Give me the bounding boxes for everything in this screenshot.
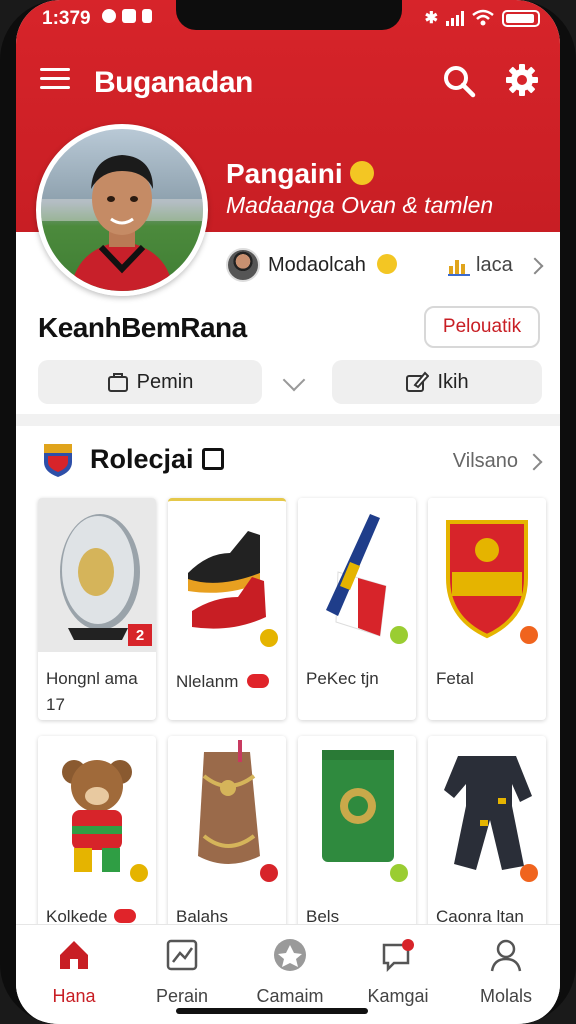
- tag-pill-icon: [247, 674, 270, 688]
- action-label: Pemin: [136, 370, 194, 393]
- nav-item-home[interactable]: Hana: [24, 937, 124, 1007]
- collection-header: Rolecjai Vilsano: [16, 438, 560, 482]
- collection-item[interactable]: Fetal: [428, 498, 546, 720]
- item-image: [168, 501, 286, 655]
- badge-icon: [201, 448, 224, 470]
- item-image: [428, 736, 546, 890]
- tag-pill-icon: [114, 909, 137, 923]
- stats-link[interactable]: laca: [448, 254, 544, 277]
- avatar-photo: [41, 155, 203, 291]
- home-indicator[interactable]: [176, 1008, 368, 1014]
- battery-icon: [502, 9, 540, 27]
- profile-name: Pangaini: [226, 158, 375, 190]
- nav-label: Molals: [479, 986, 532, 1006]
- app-title: Buganadan: [94, 66, 253, 99]
- nav-item-messages[interactable]: Kamgai: [348, 937, 448, 1007]
- follower-avatar[interactable]: [226, 248, 260, 282]
- notification-icon: [142, 9, 152, 23]
- nav-label: Perain: [155, 986, 209, 1006]
- action-button-primary[interactable]: Pemin: [38, 360, 262, 404]
- item-image: [298, 736, 416, 890]
- nav-item-community[interactable]: Camaim: [240, 937, 340, 1007]
- profile-subtitle: Madaanga Ovan & tamlen: [226, 192, 494, 218]
- chart-icon: [166, 939, 198, 971]
- collection-item[interactable]: 2 Hongnl ama 17: [38, 498, 156, 720]
- home-icon: [60, 941, 88, 969]
- nav-label: Camaim: [256, 986, 324, 1006]
- rarity-dot: [520, 626, 538, 644]
- rarity-dot: [260, 864, 278, 882]
- search-icon[interactable]: [442, 64, 476, 98]
- nav-item-profile[interactable]: Molals: [456, 937, 556, 1007]
- status-bar: 1:379 ✱: [16, 6, 560, 34]
- item-count-badge: 2: [128, 624, 152, 646]
- chevron-down-icon[interactable]: [282, 368, 306, 392]
- rarity-dot: [520, 864, 538, 882]
- edit-icon: [406, 371, 430, 392]
- chevron-right-icon: [525, 453, 543, 470]
- gear-icon[interactable]: [504, 62, 540, 98]
- rarity-dot: [390, 626, 408, 644]
- nav-label: Kamgai: [367, 986, 429, 1006]
- stats-label: laca: [476, 254, 513, 276]
- club-crest-icon: [44, 444, 72, 477]
- item-image: [168, 736, 286, 890]
- emoji-icon: [377, 254, 398, 274]
- top-app-bar: Buganadan: [16, 58, 560, 106]
- bluetooth-icon: ✱: [424, 10, 438, 27]
- wifi-icon: [472, 9, 494, 26]
- signal-icon: [446, 10, 464, 26]
- section-divider: [16, 414, 560, 426]
- nav-label: Hana: [52, 986, 96, 1006]
- follow-button[interactable]: Pelouatik: [424, 306, 540, 348]
- system-icons: ✱: [425, 8, 540, 28]
- status-time: 1:379: [42, 8, 91, 29]
- collection-title: Rolecjai: [90, 444, 224, 475]
- notification-icons: [102, 9, 152, 23]
- community-icon: [274, 939, 306, 971]
- item-label: Hongnl ama 17: [46, 669, 138, 714]
- bag-icon: [107, 373, 128, 392]
- notification-icon: [102, 9, 116, 23]
- chat-icon: [382, 939, 414, 973]
- nav-item-stats[interactable]: Perain: [132, 937, 232, 1007]
- menu-icon[interactable]: [40, 68, 70, 92]
- profile-icon: [490, 939, 522, 972]
- see-all-link[interactable]: Vilsano: [453, 450, 543, 473]
- username: KeanhBemRana: [38, 312, 247, 343]
- item-image: [38, 736, 156, 890]
- smile-emoji-icon: [350, 161, 375, 185]
- rarity-dot: [130, 864, 148, 882]
- chevron-right-icon: [526, 257, 544, 274]
- item-label: PeKec tjn: [306, 669, 379, 688]
- rarity-dot: [260, 629, 278, 647]
- action-label: Ikih: [437, 370, 469, 393]
- app-screen: 1:379 ✱ Buganadan Pangaini Madaanga Ovan…: [16, 0, 560, 1024]
- phone-frame: 1:379 ✱ Buganadan Pangaini Madaanga Ovan…: [0, 0, 576, 1024]
- action-button-secondary[interactable]: Ikih: [332, 360, 542, 404]
- item-image: [298, 498, 416, 652]
- item-image: 2: [38, 498, 156, 652]
- item-label: Fetal: [436, 669, 474, 688]
- rarity-dot: [390, 864, 408, 882]
- item-image: [428, 498, 546, 652]
- follower-name[interactable]: Modaolcah: [268, 254, 398, 277]
- notification-icon: [122, 9, 136, 23]
- bar-chart-icon: [448, 259, 470, 276]
- profile-avatar[interactable]: [36, 124, 208, 296]
- collection-item[interactable]: Nlelanm: [168, 498, 286, 720]
- item-label: Nlelanm: [176, 669, 286, 695]
- collection-item[interactable]: PeKec tjn: [298, 498, 416, 720]
